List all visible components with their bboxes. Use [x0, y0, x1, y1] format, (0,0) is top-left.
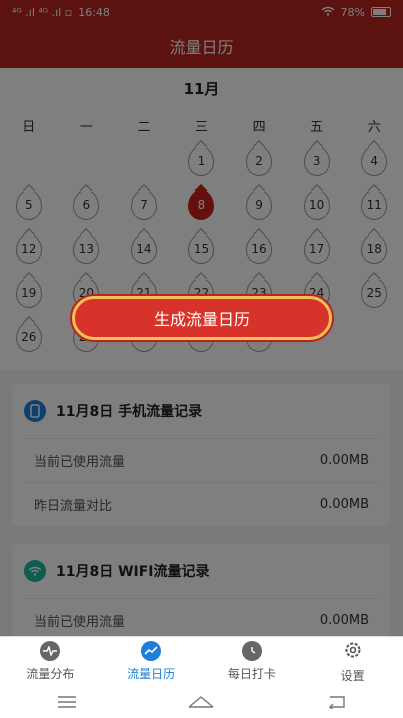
tab-traffic-distribution[interactable]: 流量分布 [0, 637, 101, 686]
tab-settings[interactable]: 设置 [302, 637, 403, 686]
generate-label: 生成流量日历 [153, 310, 250, 329]
back-icon[interactable] [316, 691, 356, 713]
tab-label: 设置 [340, 668, 365, 683]
gear-icon [343, 640, 363, 663]
tab-bar: 流量分布 流量日历 每日打卡 设置 [0, 636, 403, 686]
menu-icon[interactable] [47, 691, 87, 713]
home-icon[interactable] [181, 691, 221, 713]
generate-calendar-button[interactable]: 生成流量日历 [72, 296, 332, 340]
tab-daily-checkin[interactable]: 每日打卡 [202, 637, 303, 686]
tab-label: 流量日历 [127, 667, 176, 681]
calendar-chart-icon [141, 641, 162, 661]
pulse-icon [40, 641, 61, 661]
tab-label: 每日打卡 [227, 667, 276, 681]
tab-label: 流量分布 [26, 667, 75, 681]
clock-icon [241, 641, 262, 661]
tab-traffic-calendar[interactable]: 流量日历 [101, 637, 202, 686]
system-nav-bar [0, 686, 403, 718]
